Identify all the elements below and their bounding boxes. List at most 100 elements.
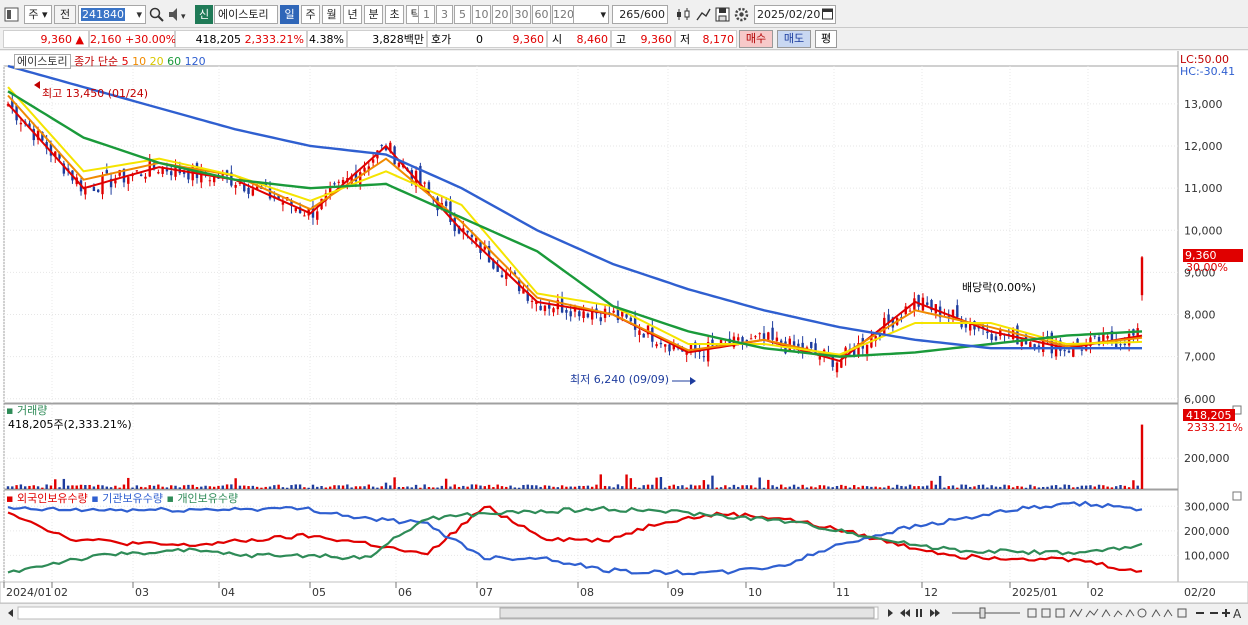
zoom-slider[interactable] — [952, 607, 1020, 619]
volume-bar — [608, 486, 611, 489]
volume-bar — [1059, 487, 1062, 489]
volume-bar — [771, 485, 774, 489]
period-4[interactable]: 분 — [364, 5, 383, 24]
scroll-right-icon[interactable] — [888, 609, 893, 617]
candle-body — [810, 342, 813, 348]
high-annotation: 최고 13,450 (01/24) — [42, 87, 149, 100]
volume-bar — [363, 486, 366, 489]
period-2[interactable]: 월 — [322, 5, 341, 24]
interval-5[interactable]: 5 — [454, 5, 471, 24]
volume-bar — [908, 484, 912, 489]
volume-bar — [556, 487, 560, 489]
rewind-icon[interactable] — [900, 609, 910, 617]
chart-scrollbar[interactable]: A — [0, 603, 1248, 621]
scroll-controls[interactable]: A — [0, 604, 1248, 622]
fast-forward-icon[interactable] — [930, 609, 940, 617]
volume-bar — [466, 486, 469, 489]
volume-bar — [681, 485, 684, 489]
legend-individual: ▪ 개인보유수량 — [166, 492, 239, 505]
drawing-tool-icon[interactable] — [695, 6, 712, 23]
interval-120[interactable]: 120 — [552, 5, 574, 24]
volume-bar — [28, 485, 31, 489]
volume-bar — [311, 484, 315, 489]
volume-bar — [359, 486, 362, 489]
volume-bar — [397, 486, 401, 489]
date-field[interactable]: 2025/02/20 — [754, 5, 836, 24]
search-icon[interactable] — [148, 6, 165, 23]
market-select[interactable]: 주 ▾ — [24, 5, 52, 24]
scroll-thumb[interactable] — [499, 607, 875, 619]
volume-bar — [243, 485, 246, 489]
buy-button[interactable]: 매수 — [739, 30, 773, 48]
low-annotation: 최저 6,240 (09/09) — [570, 373, 670, 386]
up-arrow-icon: ▲ — [75, 33, 84, 46]
interval-10[interactable]: 10 — [472, 5, 491, 24]
stock-code-input[interactable]: 241840 ▾ — [78, 5, 146, 24]
volume-bar — [1076, 486, 1079, 489]
volume-bar — [1110, 487, 1114, 489]
period-1[interactable]: 주 — [301, 5, 320, 24]
candle-body — [668, 344, 671, 352]
volume-current-pct: 2333.21% — [1187, 421, 1243, 434]
volume-bar — [853, 485, 856, 489]
candle-body — [612, 310, 615, 313]
zoom-in-icon[interactable] — [1222, 609, 1230, 617]
prev-button[interactable]: 전 — [54, 5, 76, 24]
font-size-icon[interactable]: A — [1233, 607, 1242, 621]
interval-3[interactable]: 3 — [436, 5, 453, 24]
volume-bar — [926, 485, 929, 489]
interval-30[interactable]: 30 — [512, 5, 531, 24]
interval-1[interactable]: 1 — [418, 5, 435, 24]
x-tick-label: 11 — [836, 586, 850, 599]
x-tick-label: 08 — [580, 586, 594, 599]
volume-bar — [247, 486, 250, 489]
candle-body — [664, 344, 667, 347]
volume-bar — [947, 486, 950, 489]
sell-button[interactable]: 매도 — [777, 30, 811, 48]
pause-icon[interactable] — [916, 609, 922, 617]
chart-toolbar: 주 ▾ 전 241840 ▾ ▾ 신 에이스토리 ▾ 265/600 2025/0… — [0, 0, 1248, 28]
volume-bar — [1067, 484, 1071, 489]
volume-bar — [462, 485, 465, 489]
window-menu-icon[interactable] — [3, 6, 20, 23]
eval-button[interactable]: 평 — [815, 30, 837, 48]
volume-bar — [122, 484, 126, 489]
volume-bar — [294, 484, 297, 489]
period-0[interactable]: 일 — [280, 5, 299, 24]
volume-bar — [560, 485, 564, 489]
interval-dropdown[interactable]: ▾ — [573, 5, 609, 24]
turnover-rate: 4.38% — [307, 30, 347, 48]
chart-canvas[interactable]: 13,00012,00011,00010,0009,0008,0007,0006… — [0, 51, 1248, 603]
volume-bar — [341, 485, 345, 489]
chart-tools-icons[interactable] — [1027, 608, 1187, 618]
interval-20[interactable]: 20 — [492, 5, 511, 24]
save-icon[interactable] — [714, 6, 731, 23]
volume-bar — [234, 478, 237, 489]
candle-body — [818, 356, 822, 360]
volume-bar — [754, 487, 757, 489]
volume-bar — [981, 484, 985, 489]
volume-bar — [745, 485, 749, 489]
volume-bar — [883, 487, 886, 489]
data-count-field[interactable]: 265/600 — [612, 5, 668, 24]
candle-type-icon[interactable] — [675, 6, 692, 23]
period-5[interactable]: 초 — [385, 5, 404, 24]
candle-body — [986, 331, 989, 334]
volume-bar — [238, 485, 242, 489]
volume-bar — [230, 484, 233, 489]
volume-bar — [1140, 424, 1144, 489]
price-tick-label: 7,000 — [1184, 351, 1216, 364]
gear-icon[interactable] — [733, 6, 750, 23]
interval-60[interactable]: 60 — [532, 5, 551, 24]
volume-bar — [1136, 485, 1139, 489]
volume-bar — [934, 484, 938, 489]
candle-body — [702, 356, 706, 358]
scroll-left-icon[interactable] — [8, 609, 13, 617]
volume-bar — [943, 487, 946, 489]
volume-bar — [427, 487, 431, 489]
calendar-icon[interactable] — [822, 6, 833, 23]
period-3[interactable]: 년 — [343, 5, 362, 24]
chart-area[interactable]: 13,000 12,000 11,000 10,000 9,000 8,000 7,000 6… — [0, 51, 1248, 603]
volume-bar — [1011, 487, 1015, 489]
speaker-icon[interactable]: ▾ — [166, 6, 192, 23]
